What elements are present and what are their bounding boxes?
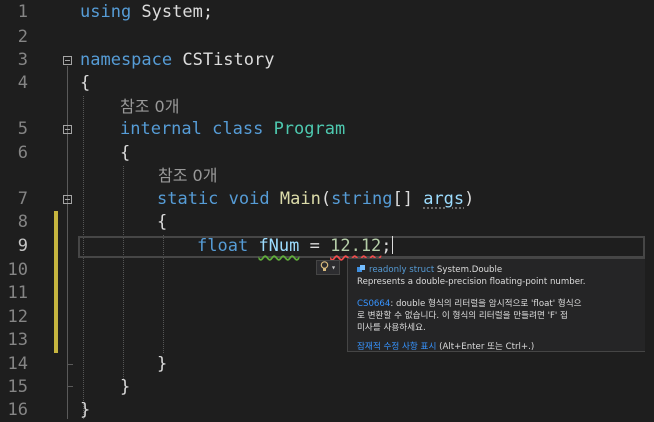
change-tracking-bar: [54, 211, 58, 353]
type-name: System.Double: [436, 265, 503, 275]
line-number: 14: [7, 354, 28, 374]
close-brace: }: [120, 377, 131, 397]
code-line-9[interactable]: float fNum = 12.12;: [197, 235, 393, 258]
show-fixes-row: 잠재적 수정 사항 표시 (Alt+Enter 또는 Ctrl+.): [357, 341, 638, 353]
line-number: 1: [17, 2, 28, 22]
code-line-7[interactable]: static void Main(string[] args): [157, 188, 474, 211]
text-caret: [391, 236, 393, 254]
code-line-14[interactable]: }: [157, 353, 167, 376]
code-line-4[interactable]: {: [80, 72, 90, 95]
line-number: 11: [7, 283, 28, 303]
code-line-8[interactable]: {: [157, 211, 167, 234]
line-number: 2: [17, 27, 28, 47]
keyword-namespace: namespace: [80, 50, 173, 70]
error-code-link[interactable]: CS0664: [357, 299, 390, 309]
error-text: : double 형식의 리터럴을 암시적으로 'float' 형식으: [390, 299, 582, 309]
error-message: CS0664: double 형식의 리터럴을 암시적으로 'float' 형식…: [357, 298, 638, 310]
keyword-using: using: [80, 2, 132, 22]
quick-actions-button[interactable]: ▾: [316, 260, 340, 275]
type-description: Represents a double-precision floating-p…: [357, 277, 586, 287]
show-potential-fixes-link[interactable]: 잠재적 수정 사항 표시: [357, 342, 436, 352]
method-references-codelens[interactable]: 참조 0개: [158, 164, 217, 187]
fold-region-line: [67, 66, 68, 419]
parameter-args: args: [423, 189, 465, 209]
line-number: 12: [7, 307, 28, 327]
indent-guide: [123, 166, 124, 379]
class-name: Program: [273, 119, 346, 139]
open-brace: {: [157, 212, 168, 232]
type-modifier: readonly struct: [369, 265, 435, 275]
collapse-method-toggle[interactable]: [63, 195, 72, 204]
close-brace: }: [80, 400, 91, 420]
line-number: 4: [17, 73, 28, 93]
fold-end-tick: [67, 386, 73, 387]
keyword-class: class: [201, 119, 264, 139]
keyword-string: string: [331, 189, 393, 209]
keyword-float: float: [197, 236, 249, 256]
array-brackets: []: [392, 189, 424, 209]
keyword-static: static: [157, 189, 219, 209]
line-number: 6: [17, 143, 28, 163]
numeric-literal: 12.12: [330, 236, 382, 256]
keyword-void: void: [218, 189, 270, 209]
vertical-scrollbar[interactable]: [645, 0, 654, 419]
line-number: 7: [17, 189, 28, 209]
line-number: 9: [17, 236, 28, 256]
method-name: Main: [279, 189, 321, 209]
collapse-class-toggle[interactable]: [63, 125, 72, 134]
code-line-6[interactable]: {: [120, 142, 130, 165]
assignment-operator: =: [299, 236, 331, 256]
code-line-5[interactable]: internal class Program: [120, 118, 345, 141]
open-brace: {: [120, 143, 131, 163]
code-line-3[interactable]: namespace CSTistory: [80, 49, 274, 72]
tooltip-header: readonly struct System.Double: [357, 264, 638, 276]
code-line-15[interactable]: }: [120, 376, 130, 399]
code-line-1[interactable]: using System;: [80, 1, 213, 24]
line-number: 8: [17, 212, 28, 232]
collapse-namespace-toggle[interactable]: [63, 56, 72, 65]
paren: (: [320, 189, 332, 209]
code-editor[interactable]: 1 2 3 4 5 6 7 8 9 10 11 12 13 14 15 16 u…: [0, 0, 654, 420]
semicolon: ;: [381, 236, 392, 256]
lightbulb-icon: [320, 261, 329, 274]
namespace-name: CSTistory: [172, 50, 275, 70]
chevron-down-icon: ▾: [331, 263, 336, 272]
error-text: 미사를 사용하세요.: [357, 323, 426, 333]
fix-shortcut-hint: (Alt+Enter 또는 Ctrl+.): [436, 342, 535, 352]
line-number: 13: [7, 330, 28, 350]
line-number: 15: [7, 377, 28, 397]
error-text: 로 변환할 수 없습니다. 이 형식의 리터럴을 만들려면 'F' 접: [357, 311, 568, 321]
line-number: 3: [17, 50, 28, 70]
variable-fnum: fNum: [258, 236, 300, 256]
close-brace: }: [157, 354, 168, 374]
open-brace: {: [80, 73, 91, 93]
quick-info-tooltip: readonly struct System.Double Represents…: [347, 258, 647, 352]
fold-end-tick: [67, 364, 73, 365]
paren: ): [464, 189, 475, 209]
editor-gutter: 1 2 3 4 5 6 7 8 9 10 11 12 13 14 15 16: [0, 0, 78, 420]
namespace-system: System;: [131, 2, 214, 22]
line-number: 5: [17, 119, 28, 139]
class-references-codelens[interactable]: 참조 0개: [120, 95, 179, 118]
struct-icon: [357, 265, 365, 273]
line-number: 10: [7, 260, 28, 280]
keyword-internal: internal: [120, 119, 202, 139]
